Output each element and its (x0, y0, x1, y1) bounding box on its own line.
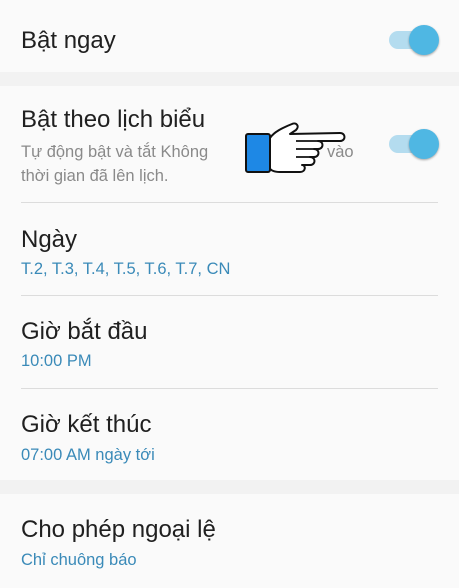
schedule-title: Bật theo lịch biểu (21, 106, 206, 133)
bat-ngay-title: Bật ngay (21, 27, 116, 54)
end-time-row[interactable]: Giờ kết thúc 07:00 AM ngày tới (0, 389, 459, 480)
days-row[interactable]: Ngày T.2, T.3, T.4, T.5, T.6, T.7, CN (0, 203, 459, 295)
days-value: T.2, T.3, T.4, T.5, T.6, T.7, CN (21, 260, 231, 278)
end-time-value: 07:00 AM ngày tới (21, 446, 155, 464)
start-time-value: 10:00 PM (21, 352, 92, 370)
start-time-row[interactable]: Giờ bắt đầu 10:00 PM (0, 296, 459, 388)
card-exceptions: Cho phép ngoại lệ Chỉ chuông báo (0, 494, 459, 588)
card-bat-ngay: Bật ngay (0, 0, 459, 72)
days-title: Ngày (21, 226, 78, 253)
schedule-row[interactable]: Bật theo lịch biểu Tự động bật và tắt Kh… (0, 86, 459, 202)
schedule-toggle[interactable] (389, 129, 439, 159)
exceptions-value: Chỉ chuông báo (21, 551, 137, 569)
schedule-description-line1: Tự động bật và tắt Không (21, 143, 209, 161)
schedule-description-line2: thời gian đã lên lịch. (21, 167, 169, 185)
schedule-toggle-thumb (409, 129, 439, 159)
bat-ngay-row[interactable]: Bật ngay (0, 0, 459, 72)
exceptions-title: Cho phép ngoại lệ (21, 516, 216, 543)
end-time-title: Giờ kết thúc (21, 411, 152, 438)
bat-ngay-toggle[interactable] (389, 25, 439, 55)
start-time-title: Giờ bắt đầu (21, 318, 148, 345)
pointing-hand-icon (240, 120, 350, 178)
bat-ngay-toggle-thumb (409, 25, 439, 55)
card-schedule: Bật theo lịch biểu Tự động bật và tắt Kh… (0, 86, 459, 480)
exceptions-row[interactable]: Cho phép ngoại lệ Chỉ chuông báo (0, 494, 459, 588)
